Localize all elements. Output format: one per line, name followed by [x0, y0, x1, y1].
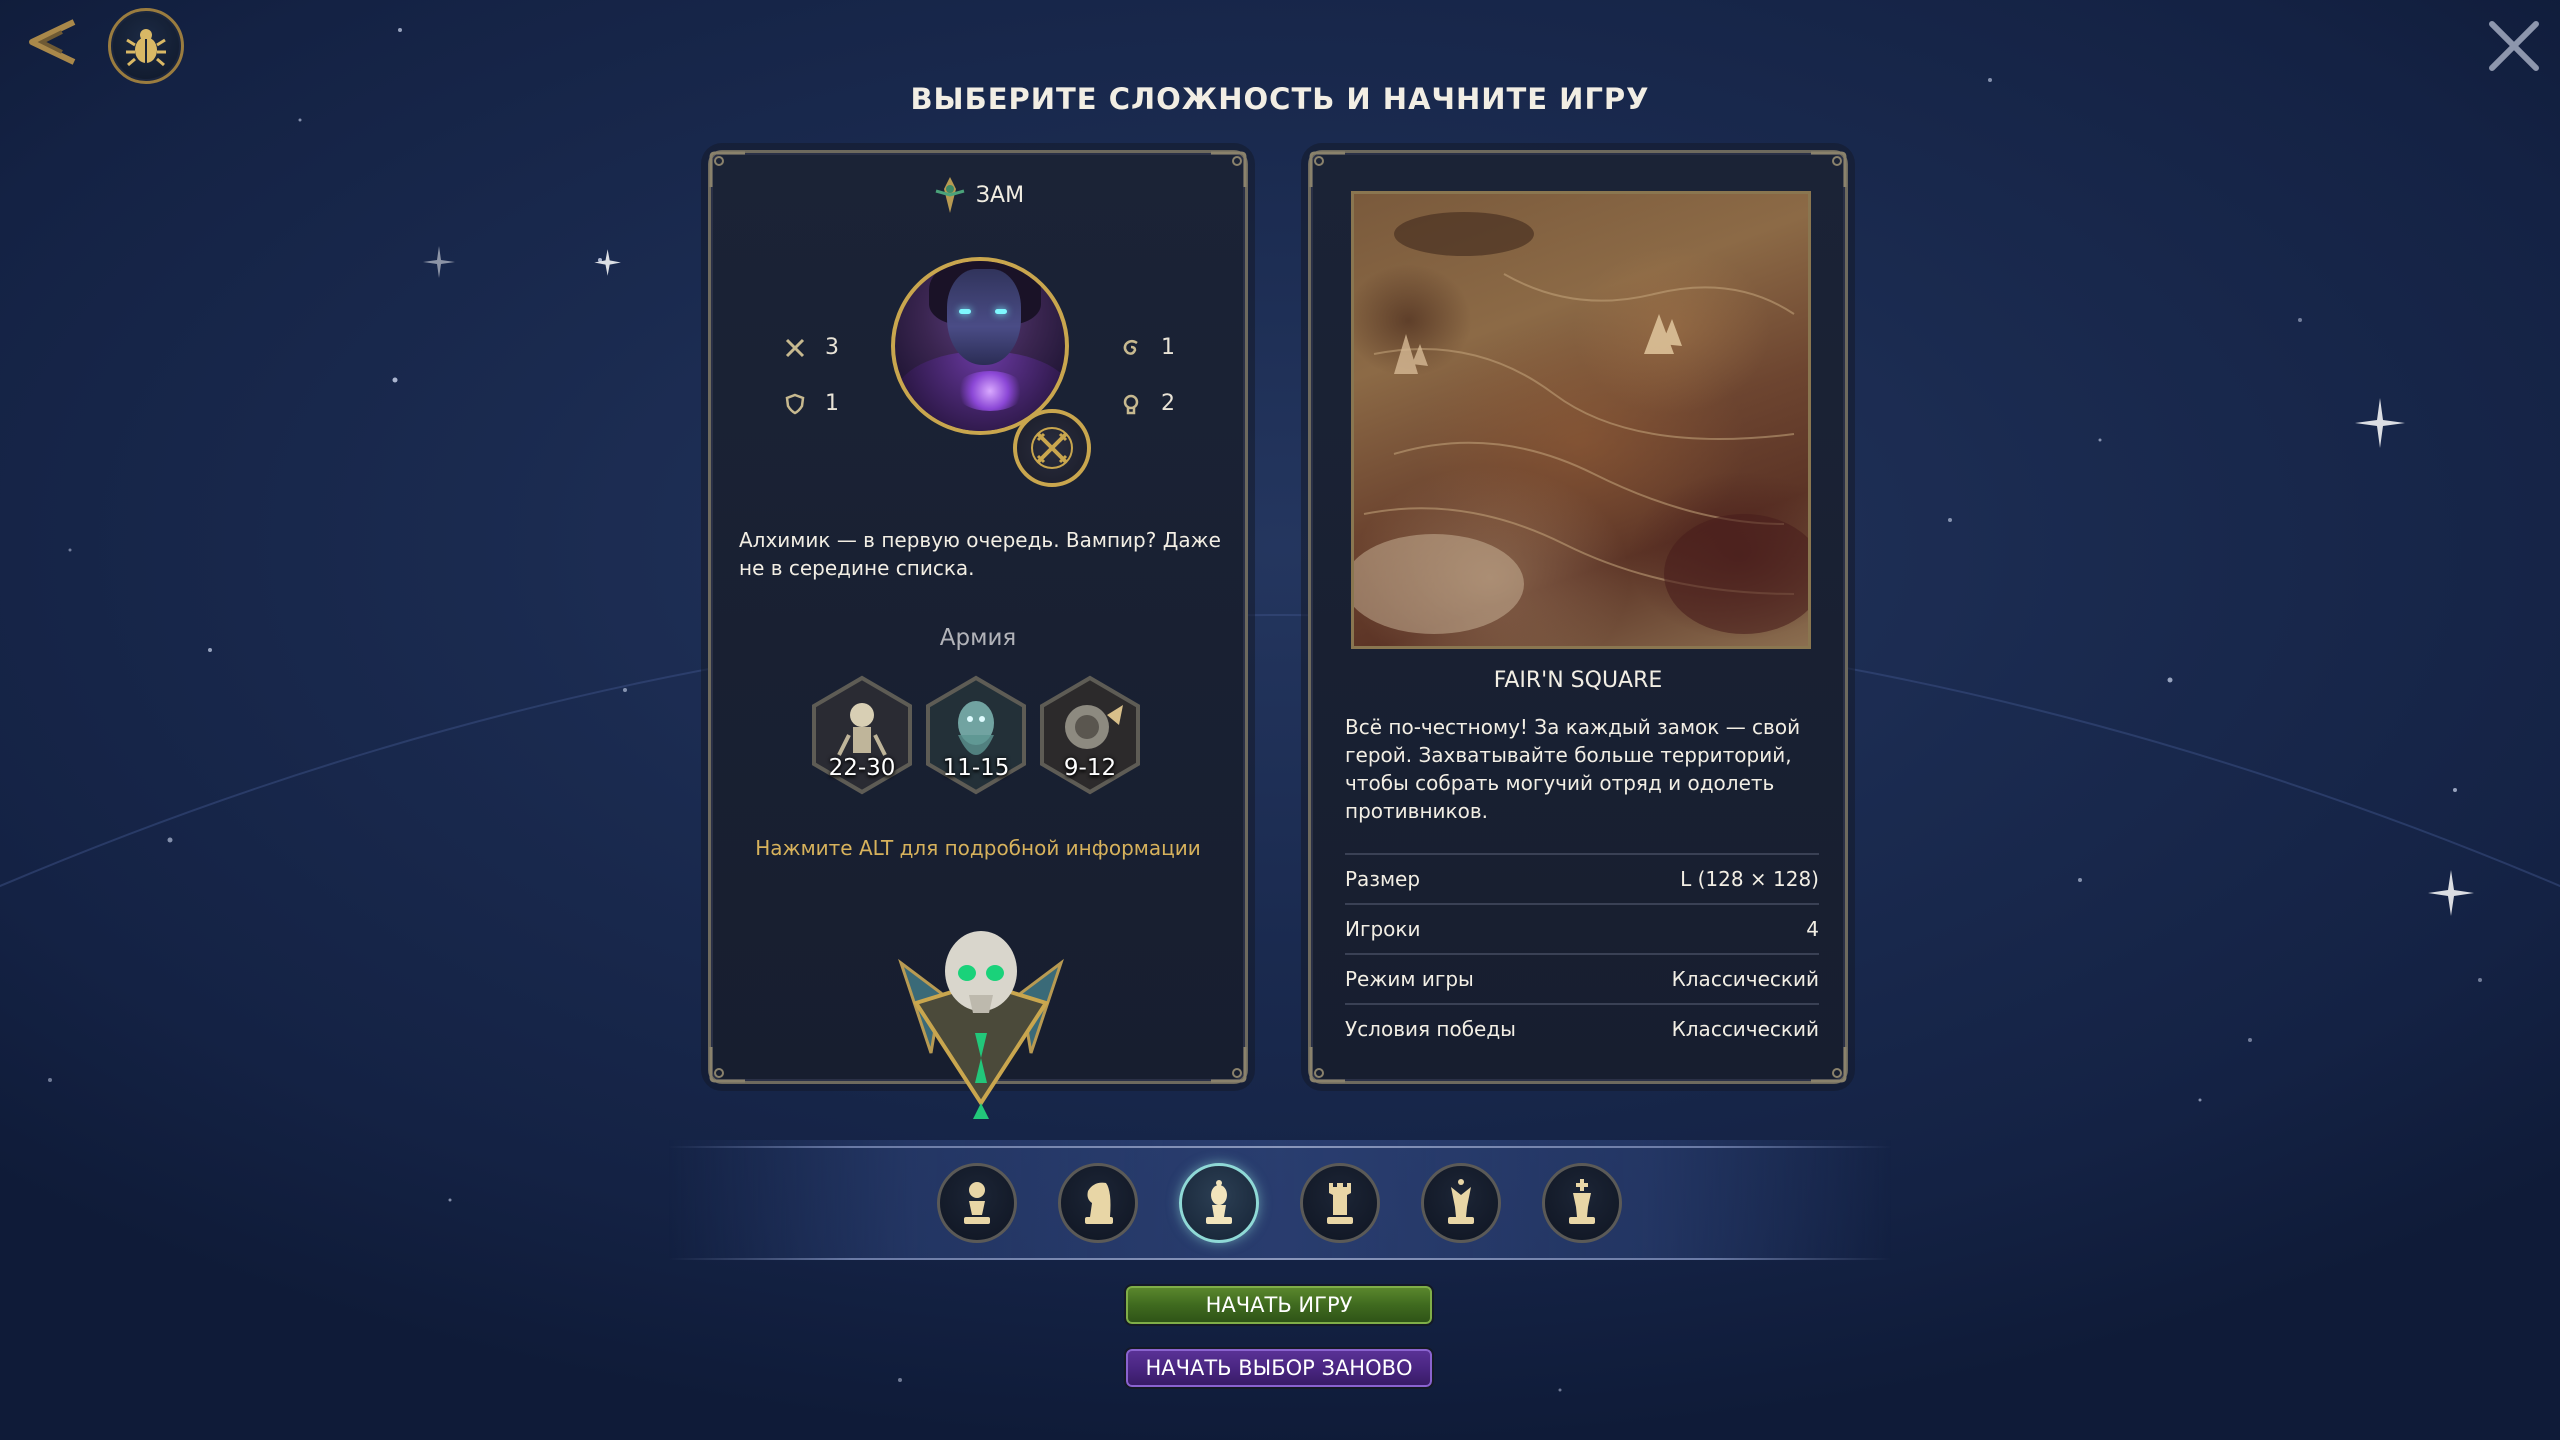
- hero-class-badge: [1013, 409, 1091, 487]
- panel-corner-ornament: [705, 1041, 751, 1087]
- king-icon: [1569, 1179, 1595, 1224]
- difficulty-divider: [668, 1258, 1892, 1260]
- army-unit-count: 11-15: [942, 755, 1010, 781]
- page-title: ВЫБЕРИТЕ СЛОЖНОСТЬ И НАЧНИТЕ ИГРУ: [910, 82, 1650, 116]
- property-label: Условия победы: [1345, 1017, 1516, 1041]
- crossed-swords-icon: [783, 336, 807, 360]
- bishop-icon: [1206, 1180, 1232, 1224]
- back-button[interactable]: [14, 14, 84, 74]
- hero-stat-attack: 3: [783, 335, 839, 360]
- map-panel: FAIR'N SQUARE Всё по-честному! За каждый…: [1308, 150, 1848, 1084]
- pawn-icon: [964, 1182, 990, 1224]
- difficulty-selector: [937, 1163, 1622, 1243]
- map-terrain-illustration: [1354, 212, 1808, 634]
- property-value: L (128 × 128): [1680, 867, 1819, 891]
- property-value: Классический: [1671, 967, 1819, 991]
- class-crossed-blades-icon: [1031, 427, 1073, 469]
- spell-power-icon: [1119, 336, 1143, 360]
- difficulty-pawn-button[interactable]: [937, 1163, 1017, 1243]
- hero-stat-value: 3: [825, 335, 839, 360]
- army-title: Армия: [939, 625, 1017, 651]
- map-property-victory: Условия победы Классический: [1345, 1003, 1819, 1053]
- hero-header: ЗАМ: [711, 175, 1245, 215]
- bug-report-button[interactable]: [108, 8, 184, 84]
- hero-stat-spellpower: 1: [1119, 335, 1175, 360]
- map-property-game-mode: Режим игры Классический: [1345, 953, 1819, 1003]
- hero-name: ЗАМ: [975, 182, 1025, 208]
- difficulty-rook-button[interactable]: [1300, 1163, 1380, 1243]
- property-label: Режим игры: [1345, 967, 1474, 991]
- panel-corner-ornament: [1805, 147, 1851, 193]
- back-arrow-icon: [29, 19, 76, 65]
- hero-portrait[interactable]: [891, 257, 1069, 435]
- hero-description: Алхимик — в первую очередь. Вампир? Даже…: [739, 528, 1221, 580]
- property-label: Игроки: [1345, 917, 1421, 941]
- difficulty-king-button[interactable]: [1542, 1163, 1622, 1243]
- start-game-button[interactable]: НАЧАТЬ ИГРУ: [1124, 1284, 1434, 1326]
- army-list: 22-30 11-15 9-12: [809, 675, 1143, 795]
- map-property-players: Игроки 4: [1345, 903, 1819, 953]
- difficulty-bishop-button[interactable]: [1179, 1163, 1259, 1243]
- knight-icon: [1085, 1182, 1113, 1224]
- knowledge-icon: [1119, 392, 1143, 416]
- hero-stat-value: 1: [1161, 335, 1175, 360]
- hero-stat-defense: 1: [783, 391, 839, 416]
- map-description: Всё по-честному! За каждый замок — свой …: [1345, 715, 1801, 823]
- hero-panel: ЗАМ 3 1 1 2 Алхимик — в первую очередь. …: [705, 150, 1251, 1119]
- close-icon: [2489, 21, 2539, 71]
- close-button[interactable]: [2486, 18, 2542, 74]
- bug-icon: [126, 29, 166, 67]
- necropolis-skull-emblem-icon: [898, 931, 1064, 1119]
- army-unit-skeleton[interactable]: 22-30: [809, 675, 915, 795]
- army-unit-count: 22-30: [828, 755, 896, 781]
- army-unit-ghost[interactable]: 11-15: [923, 675, 1029, 795]
- property-value: Классический: [1671, 1017, 1819, 1041]
- map-properties: Размер L (128 × 128) Игроки 4 Режим игры…: [1345, 853, 1819, 1053]
- map-preview[interactable]: [1351, 191, 1811, 649]
- difficulty-divider: [668, 1146, 1892, 1148]
- property-value: 4: [1806, 917, 1819, 941]
- army-unit-count: 9-12: [1063, 755, 1117, 781]
- map-name: FAIR'N SQUARE: [1493, 668, 1663, 693]
- army-unit-beast[interactable]: 9-12: [1037, 675, 1143, 795]
- hero-stat-value: 1: [825, 391, 839, 416]
- panel-corner-ornament: [1205, 1041, 1251, 1087]
- difficulty-knight-button[interactable]: [1058, 1163, 1138, 1243]
- panel-corner-ornament: [1305, 147, 1351, 193]
- shield-icon: [783, 392, 807, 416]
- faction-emblem-icon: [935, 177, 965, 213]
- queen-icon: [1448, 1179, 1474, 1224]
- property-label: Размер: [1345, 867, 1421, 891]
- hero-stat-value: 2: [1161, 391, 1175, 416]
- map-property-size: Размер L (128 × 128): [1345, 853, 1819, 903]
- difficulty-queen-button[interactable]: [1421, 1163, 1501, 1243]
- rook-icon: [1327, 1183, 1353, 1224]
- alt-info-hint: Нажмите ALT для подробной информации: [755, 836, 1201, 860]
- restart-selection-button[interactable]: НАЧАТЬ ВЫБОР ЗАНОВО: [1124, 1347, 1434, 1389]
- hero-stat-knowledge: 2: [1119, 391, 1175, 416]
